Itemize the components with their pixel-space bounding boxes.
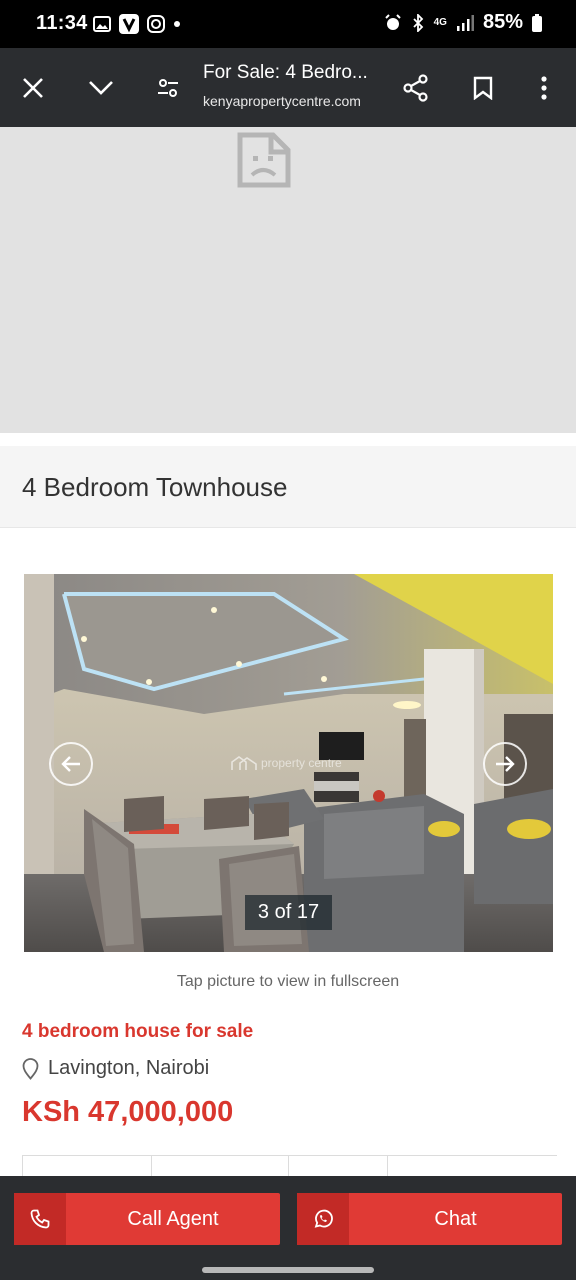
tune-icon — [158, 79, 178, 97]
call-agent-label: Call Agent — [127, 1207, 219, 1230]
listing-price: KSh 47,000,000 — [22, 1096, 234, 1128]
page-url: kenyapropertycentre.com — [203, 93, 361, 109]
bottom-action-bar: Call Agent Chat — [0, 1176, 576, 1280]
more-vert-icon — [541, 76, 547, 100]
listing-title: 4 Bedroom Townhouse — [22, 472, 288, 502]
previous-photo-button[interactable] — [49, 742, 93, 786]
arrow-right-icon — [496, 756, 515, 772]
gallery-icon — [93, 16, 111, 32]
signal-icon — [456, 14, 474, 31]
feature-divider — [288, 1156, 289, 1178]
house-logo-icon — [231, 756, 257, 770]
location-text: Lavington, Nairobi — [48, 1057, 210, 1079]
next-photo-button[interactable] — [483, 742, 527, 786]
listing-heading: 4 bedroom house for sale — [22, 1021, 254, 1042]
feature-divider — [22, 1156, 23, 1178]
battery-icon — [532, 13, 542, 32]
bookmark-icon — [473, 76, 493, 100]
whatsapp-icon — [314, 1209, 333, 1228]
close-icon — [23, 78, 43, 98]
features-row — [22, 1155, 557, 1178]
broken-image-icon — [237, 132, 291, 188]
notification-dot-icon — [174, 21, 180, 27]
minimize-button[interactable] — [81, 68, 121, 108]
photo-watermark: property centre — [231, 755, 342, 771]
broken-image-area — [0, 127, 576, 433]
call-agent-button[interactable]: Call Agent — [14, 1193, 280, 1245]
page-title-toolbar: For Sale: 4 Bedro... — [203, 62, 368, 83]
more-options-button[interactable] — [524, 68, 564, 108]
battery-percent: 85% — [482, 11, 523, 33]
photo-counter: 3 of 17 — [245, 895, 332, 930]
instagram-icon — [147, 15, 165, 33]
fullscreen-hint: Tap picture to view in fullscreen — [176, 973, 400, 990]
feature-divider — [387, 1156, 388, 1178]
feature-divider — [151, 1156, 152, 1178]
share-icon — [403, 74, 428, 102]
bluetooth-icon — [412, 13, 423, 32]
share-button[interactable] — [396, 68, 436, 108]
bookmark-button[interactable] — [463, 68, 503, 108]
listing-location: Lavington, Nairobi — [22, 1057, 209, 1080]
custom-tab-toolbar: For Sale: 4 Bedro... kenyapropertycentre… — [0, 48, 576, 127]
location-pin-icon — [22, 1057, 39, 1080]
status-time: 11:34 — [36, 12, 88, 34]
property-photo[interactable]: property centre 3 of 17 — [24, 574, 553, 952]
watermark-text: property centre — [261, 756, 342, 770]
status-bar: 11:34 4G 85% — [0, 0, 576, 48]
home-gesture-bar[interactable] — [202, 1267, 374, 1273]
listing-title-band: 4 Bedroom Townhouse — [0, 446, 576, 528]
arrow-left-icon — [61, 756, 80, 772]
site-settings-button[interactable] — [148, 68, 188, 108]
app-v-icon — [119, 14, 139, 34]
chat-label: Chat — [434, 1207, 477, 1230]
chevron-down-icon — [89, 81, 113, 95]
close-button[interactable] — [13, 68, 53, 108]
phone-icon — [30, 1209, 50, 1229]
chat-button[interactable]: Chat — [297, 1193, 562, 1245]
network-type: 4G — [433, 17, 447, 28]
alarm-icon — [384, 13, 401, 30]
